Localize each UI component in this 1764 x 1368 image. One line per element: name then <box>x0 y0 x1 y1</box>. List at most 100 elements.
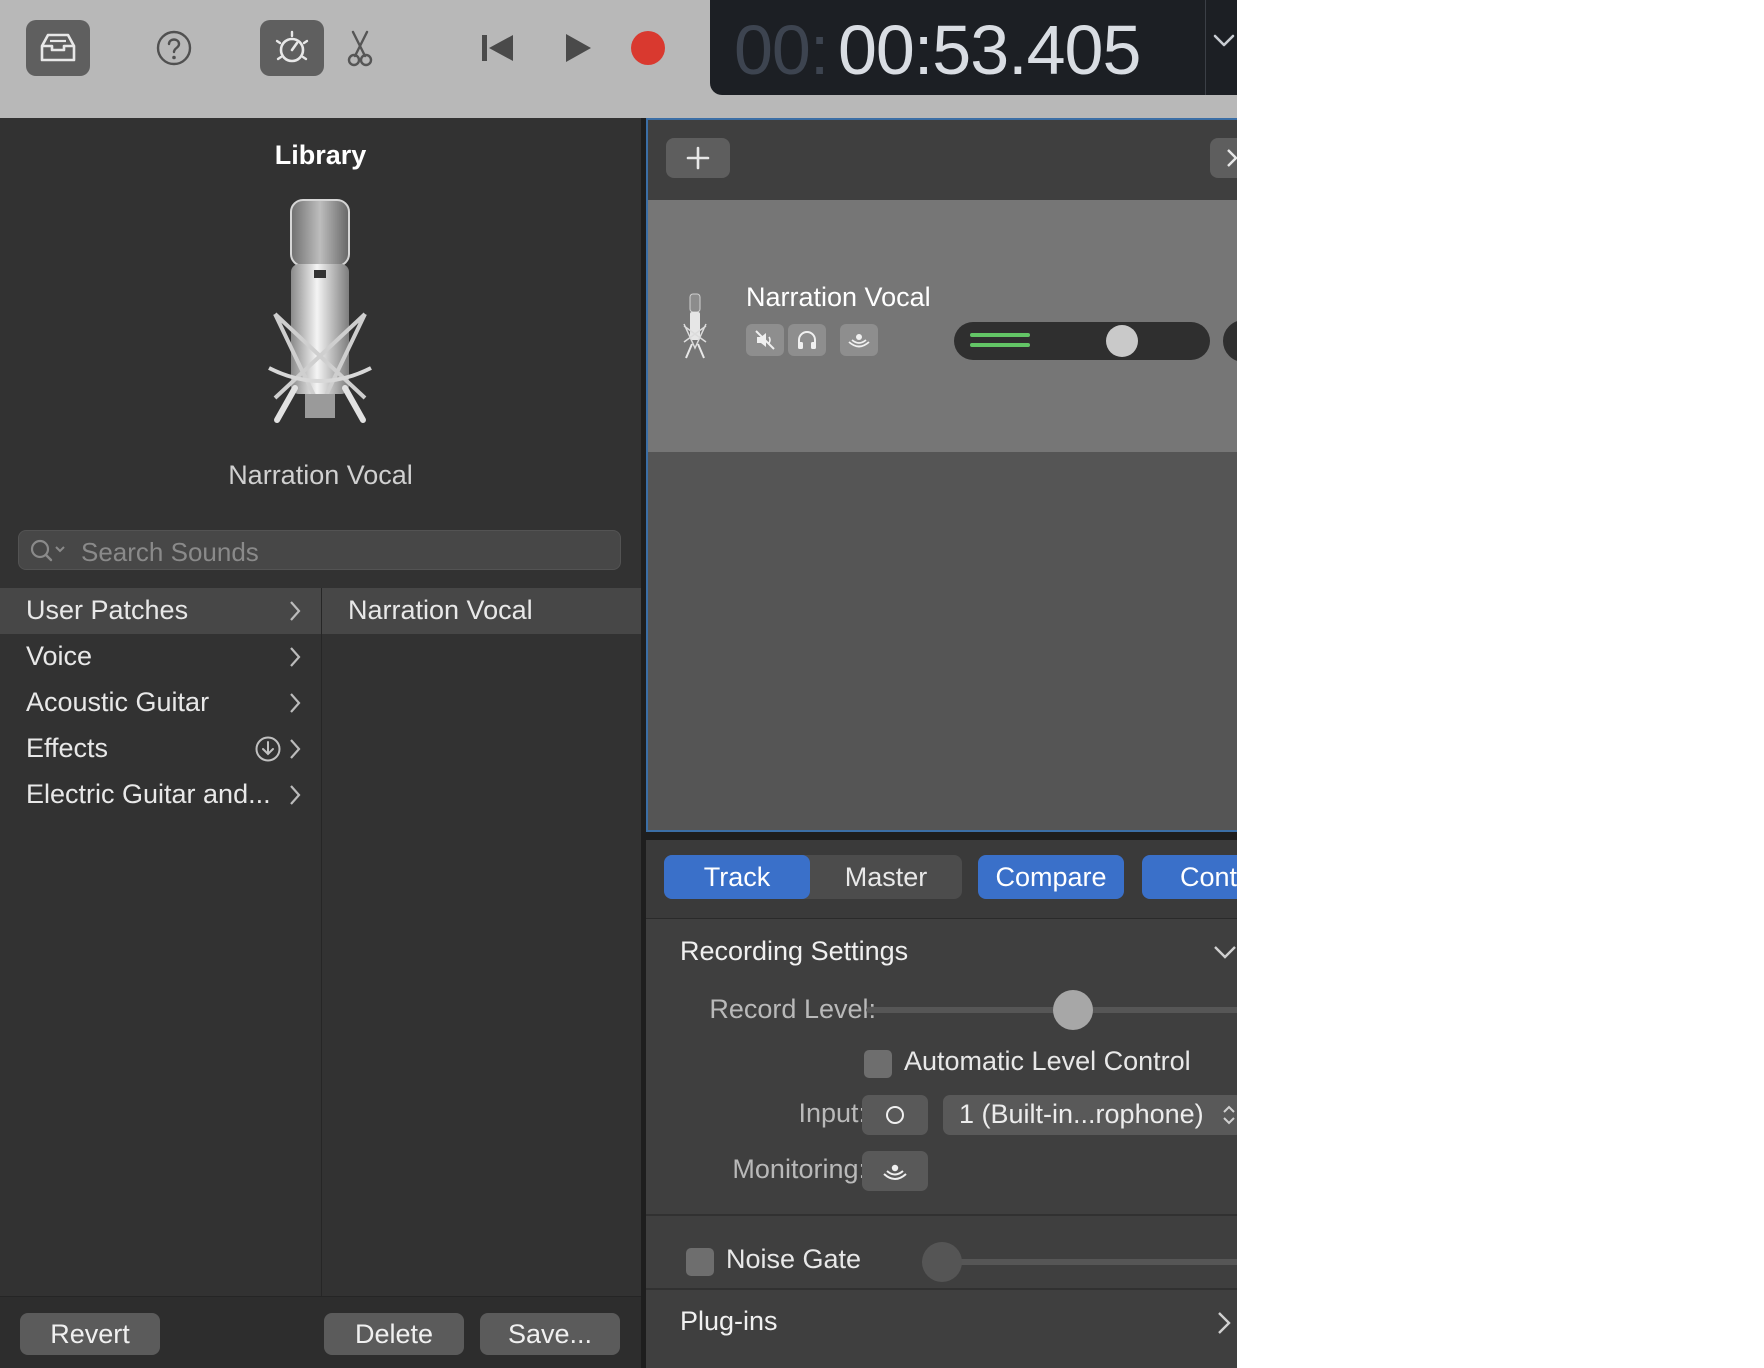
track-name: Narration Vocal <box>746 282 931 312</box>
noise-gate-checkbox[interactable] <box>686 1248 714 1276</box>
input-format-button[interactable] <box>862 1095 928 1135</box>
chevron-down-icon[interactable] <box>1212 32 1236 50</box>
section-divider <box>646 1288 1237 1290</box>
search-icon <box>30 539 65 562</box>
tracks-area: Narration Vocal <box>646 118 1237 832</box>
save-button[interactable]: Save... <box>480 1313 620 1355</box>
lcd-time-hours: 00: <box>734 11 829 89</box>
delete-button[interactable]: Delete <box>324 1313 464 1355</box>
noise-gate-slider[interactable] <box>922 1242 1237 1282</box>
library-panel: Library Narration Vocal Search Sounds Us… <box>0 118 641 1368</box>
record-level-slider[interactable] <box>866 990 1237 1030</box>
category-list: User Patches Voice Acoustic Guitar Effec… <box>0 588 321 1296</box>
controls-button[interactable]: Cont <box>1142 855 1237 899</box>
chevron-right-icon <box>1227 149 1237 167</box>
play-icon <box>566 34 591 62</box>
category-item-effects[interactable]: Effects <box>0 726 321 772</box>
chevron-right-icon <box>290 693 301 713</box>
automatic-level-control-checkbox[interactable] <box>864 1050 892 1078</box>
compare-button[interactable]: Compare <box>978 855 1124 899</box>
chevron-right-icon <box>290 601 301 621</box>
tab-master[interactable]: Master <box>810 855 962 899</box>
recording-settings-title: Recording Settings <box>680 936 909 966</box>
chevron-right-icon[interactable] <box>1216 1310 1232 1336</box>
go-to-beginning-button[interactable] <box>476 26 520 70</box>
monitoring-icon <box>848 334 870 348</box>
download-icon[interactable] <box>254 735 282 763</box>
search-sounds-field[interactable]: Search Sounds <box>18 530 621 570</box>
noise-gate-label: Noise Gate <box>726 1244 862 1274</box>
tab-track[interactable]: Track <box>664 855 810 899</box>
category-label: Effects <box>26 733 109 763</box>
smart-controls-panel: Track Master Compare Cont Recording Sett… <box>646 840 1237 1368</box>
track-volume-slider[interactable] <box>954 322 1210 360</box>
library-icon <box>40 33 76 62</box>
area-divider[interactable] <box>646 832 1237 840</box>
pan-knob[interactable] <box>1223 320 1237 362</box>
record-button[interactable] <box>626 26 670 70</box>
category-label: Electric Guitar and... <box>26 779 271 809</box>
garageband-window: 00: 00:53.405 Library Narration Vocal Se… <box>0 0 1237 1368</box>
section-divider <box>646 1214 1237 1216</box>
smart-controls-button[interactable] <box>260 20 324 76</box>
solo-button[interactable] <box>788 324 826 356</box>
mono-circle-icon <box>886 1106 904 1124</box>
stepper-arrows-icon <box>1223 1105 1235 1125</box>
headphones-icon <box>798 331 816 349</box>
volume-knob[interactable] <box>1106 325 1138 357</box>
current-patch-name: Narration Vocal <box>228 460 413 490</box>
level-meter-right <box>970 343 1030 347</box>
level-meter-left <box>970 333 1030 337</box>
category-item-electric-guitar[interactable]: Electric Guitar and... <box>0 772 321 818</box>
lcd-time: 00:53.405 <box>838 11 1141 89</box>
input-source-popup[interactable]: 1 (Built-in...rophone) <box>943 1095 1237 1135</box>
editors-button[interactable] <box>340 24 380 72</box>
track-master-segmented-control: Track Master <box>664 855 962 899</box>
patch-label: Narration Vocal <box>348 595 533 625</box>
patch-item-narration-vocal[interactable]: Narration Vocal <box>322 588 641 634</box>
category-label: Voice <box>26 641 93 671</box>
rewind-icon <box>482 35 513 61</box>
play-button[interactable] <box>556 26 600 70</box>
add-track-button[interactable] <box>666 138 730 178</box>
plugins-title[interactable]: Plug-ins <box>680 1306 778 1337</box>
smart-controls-tab-bar: Track Master Compare Cont <box>646 840 1237 919</box>
input-label: Input: <box>798 1098 866 1128</box>
category-label: User Patches <box>26 595 189 625</box>
track-header-toggle-button[interactable] <box>1210 138 1237 178</box>
chevron-right-icon <box>290 739 301 759</box>
record-level-label: Record Level: <box>709 994 876 1024</box>
plus-icon <box>686 146 710 170</box>
help-icon <box>156 30 192 66</box>
library-footer: Revert Delete Save... <box>0 1296 641 1368</box>
revert-button[interactable]: Revert <box>20 1313 160 1355</box>
category-label: Acoustic Guitar <box>26 687 210 717</box>
chevron-right-icon <box>290 647 301 667</box>
control-bar: 00: 00:53.405 <box>0 0 1237 118</box>
input-source-value: 1 (Built-in...rophone) <box>959 1099 1204 1129</box>
category-item-voice[interactable]: Voice <box>0 634 321 680</box>
library-title: Library <box>274 140 367 170</box>
search-placeholder: Search Sounds <box>81 537 259 567</box>
record-level-knob[interactable] <box>1053 990 1093 1030</box>
microphone-icon <box>683 293 707 359</box>
quick-help-button[interactable] <box>150 26 198 70</box>
chevron-right-icon <box>290 785 301 805</box>
category-item-user-patches[interactable]: User Patches <box>0 588 321 634</box>
monitoring-toggle-button[interactable] <box>862 1151 928 1191</box>
microphone-icon <box>268 199 372 423</box>
lcd-separator <box>1205 0 1206 95</box>
chevron-down-icon[interactable] <box>1212 942 1237 962</box>
record-icon <box>631 31 665 65</box>
editors-scissors-icon <box>347 30 373 67</box>
track-header[interactable]: Narration Vocal <box>648 200 1237 452</box>
noise-gate-knob[interactable] <box>922 1242 962 1282</box>
monitoring-icon <box>883 1164 907 1180</box>
automatic-level-control-label: Automatic Level Control <box>904 1046 1191 1076</box>
library-button[interactable] <box>26 20 90 76</box>
speaker-mute-icon <box>755 330 775 350</box>
lcd-display[interactable]: 00: 00:53.405 <box>710 0 1237 95</box>
mute-button[interactable] <box>746 324 784 356</box>
monitoring-button[interactable] <box>840 324 878 356</box>
category-item-acoustic-guitar[interactable]: Acoustic Guitar <box>0 680 321 726</box>
